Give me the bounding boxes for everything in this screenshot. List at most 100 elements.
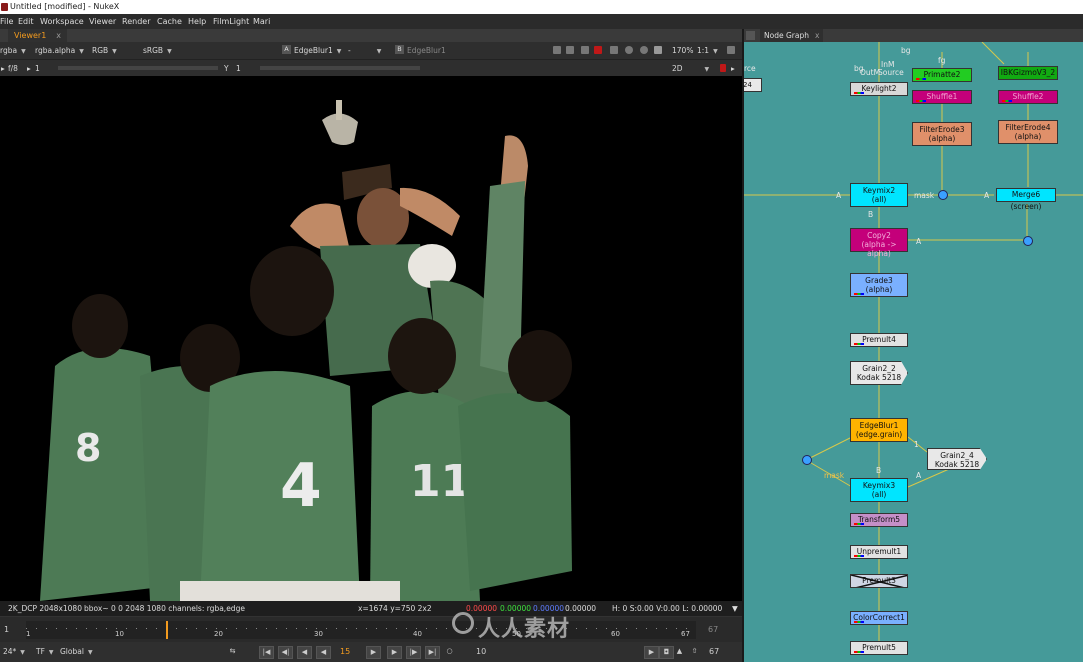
gamma-value[interactable]: 1	[236, 63, 241, 74]
node-shuffle2[interactable]: Shuffle2	[998, 90, 1058, 104]
range-mode-dropdown[interactable]: Global ▼	[60, 646, 93, 657]
step-back-icon[interactable]: ◀	[297, 646, 312, 659]
viewer-canvas[interactable]: 8 4 11	[0, 76, 742, 601]
gamma-slider[interactable]	[260, 66, 420, 70]
menu-help[interactable]: Help	[188, 14, 206, 29]
gpu-icon[interactable]	[640, 46, 648, 54]
export-icon[interactable]: ⇧	[688, 646, 701, 657]
settings-icon[interactable]	[727, 46, 735, 54]
first-frame-icon[interactable]: |◀	[259, 646, 274, 659]
tab-viewer1[interactable]: Viewer1 x	[8, 29, 68, 42]
cache-icon[interactable]	[625, 46, 633, 54]
node-merge6[interactable]: Merge6 (screen)	[996, 188, 1056, 211]
proxy-icon[interactable]	[581, 46, 589, 54]
play-icon[interactable]: ▸	[27, 63, 31, 74]
node-colorcorrect1[interactable]: ColorCorrect1	[850, 611, 908, 625]
current-frame[interactable]: 15	[340, 647, 350, 656]
gain-value[interactable]: 1	[35, 63, 40, 74]
flipbook-icon[interactable]: ▶	[644, 646, 659, 659]
display-channel-dropdown[interactable]: RGB ▼	[92, 45, 117, 56]
composite-dropdown[interactable]: - ▼	[348, 45, 381, 56]
dot-node[interactable]	[938, 190, 948, 200]
node-label: Premult5	[862, 643, 896, 652]
pick-color-icon[interactable]	[720, 64, 726, 72]
view-mode-dropdown[interactable]: 2D ▼	[672, 63, 709, 74]
node-shuffle1[interactable]: Shuffle1	[912, 90, 972, 104]
frame-display[interactable]: 67	[709, 647, 719, 656]
node-edgeblur1[interactable]: EdgeBlur1 (edge.grain)	[850, 418, 908, 442]
node-primatte2[interactable]: Primatte2	[912, 68, 972, 82]
node-copy2[interactable]: Copy2 (alpha -> alpha)	[850, 228, 908, 258]
clipping-icon[interactable]	[566, 46, 574, 54]
node-label: FilterErode4	[1005, 123, 1051, 132]
node-graph-canvas[interactable]: bg fg bg InM OutM Source rce 24 Keylight…	[744, 42, 1083, 662]
node-grain2-4[interactable]: Grain2_4 Kodak 5218	[927, 448, 987, 470]
roi-icon[interactable]	[553, 46, 561, 54]
dot-node[interactable]	[802, 455, 812, 465]
node-grain2-2[interactable]: Grain2_2 Kodak 5218	[850, 361, 908, 385]
panel-menu-icon[interactable]	[746, 31, 755, 40]
fstop-value[interactable]: f/8	[8, 63, 18, 74]
channels-dropdown[interactable]: rgba ▼	[0, 45, 26, 56]
node-premult4[interactable]: Premult4	[850, 333, 908, 347]
timeline-start[interactable]: 1	[4, 625, 9, 634]
record-icon[interactable]	[594, 46, 602, 54]
refresh-icon[interactable]	[610, 46, 618, 54]
viewer-menu-icon[interactable]: ▸	[731, 63, 735, 74]
node-keymix3[interactable]: Keymix3 (all)	[850, 478, 908, 502]
playhead[interactable]	[166, 621, 168, 639]
next-keyframe-icon[interactable]: |▶	[406, 646, 421, 659]
play-backward-icon[interactable]: ◀	[316, 646, 331, 659]
node-disabled[interactable]: Premult3	[850, 574, 908, 588]
chevron-down-icon: ▼	[20, 649, 25, 656]
gain-slider[interactable]	[58, 66, 218, 70]
chevron-down-icon[interactable]: ▼	[732, 601, 738, 616]
close-icon[interactable]: x	[815, 31, 819, 40]
menu-filmlight[interactable]: FilmLight	[213, 14, 249, 29]
node-premult5[interactable]: Premult5	[850, 641, 908, 655]
node-unpremult1[interactable]: Unpremult1	[850, 545, 908, 559]
prev-keyframe-icon[interactable]: ◀|	[278, 646, 293, 659]
time-format-dropdown[interactable]: TF ▼	[36, 646, 54, 657]
close-icon[interactable]: x	[56, 31, 61, 40]
menu-viewer[interactable]: Viewer	[89, 14, 116, 29]
node-filtererode4[interactable]: FilterErode4 (alpha)	[998, 120, 1058, 144]
menu-workspace[interactable]: Workspace	[40, 14, 84, 29]
fstop-menu-icon[interactable]: ▸	[1, 63, 5, 74]
node-keylight2[interactable]: Keylight2	[850, 82, 908, 96]
loop-icon[interactable]: ⇆	[226, 646, 239, 657]
zoom-dropdown[interactable]: 170%	[672, 45, 693, 56]
tab-node-graph[interactable]: Node Graph x	[760, 29, 824, 42]
node-filtererode3[interactable]: FilterErode3 (alpha)	[912, 122, 972, 146]
menu-mari[interactable]: Mari	[253, 14, 270, 29]
node-transform5[interactable]: Transform5	[850, 513, 908, 527]
timeline-end[interactable]: 67	[708, 625, 718, 634]
layer-dropdown[interactable]: rgba.alpha ▼	[35, 45, 84, 56]
dot-node[interactable]	[1023, 236, 1033, 246]
menu-cache[interactable]: Cache	[157, 14, 182, 29]
lut-dropdown[interactable]: sRGB ▼	[143, 45, 172, 56]
node-keymix2[interactable]: Keymix2 (all)	[850, 183, 908, 207]
pause-icon[interactable]	[654, 46, 662, 54]
input-b-dropdown[interactable]: EdgeBlur1	[407, 45, 446, 56]
stop-icon[interactable]: ○	[443, 646, 456, 657]
menu-edit[interactable]: Edit	[18, 14, 34, 29]
node-sublabel: (all)	[871, 195, 887, 204]
channel-swatch	[854, 293, 864, 295]
node-ibkgizmo[interactable]: IBKGizmoV3_2	[998, 66, 1058, 80]
input-a-dropdown[interactable]: EdgeBlur1 ▼	[294, 45, 341, 56]
node-grade3[interactable]: Grade3 (alpha)	[850, 273, 908, 297]
cut-node[interactable]: 24	[744, 78, 762, 92]
play-forward-icon[interactable]: ▶	[366, 646, 381, 659]
frame-step[interactable]: 10	[476, 647, 486, 656]
ratio-dropdown[interactable]: 1:1 ▼	[697, 45, 718, 56]
step-forward-icon[interactable]: ▶	[387, 646, 402, 659]
timeline-ruler[interactable]: 1 10 20 30 40 50 60 67	[26, 621, 696, 639]
menu-file[interactable]: File	[0, 14, 13, 29]
render-icon[interactable]: ◘	[659, 646, 674, 659]
fps-dropdown[interactable]: 24* ▼	[3, 646, 25, 657]
node-label: Shuffle2	[1012, 92, 1044, 101]
last-frame-icon[interactable]: ▶|	[425, 646, 440, 659]
lock-icon[interactable]: ▲	[673, 646, 686, 657]
menu-render[interactable]: Render	[122, 14, 150, 29]
